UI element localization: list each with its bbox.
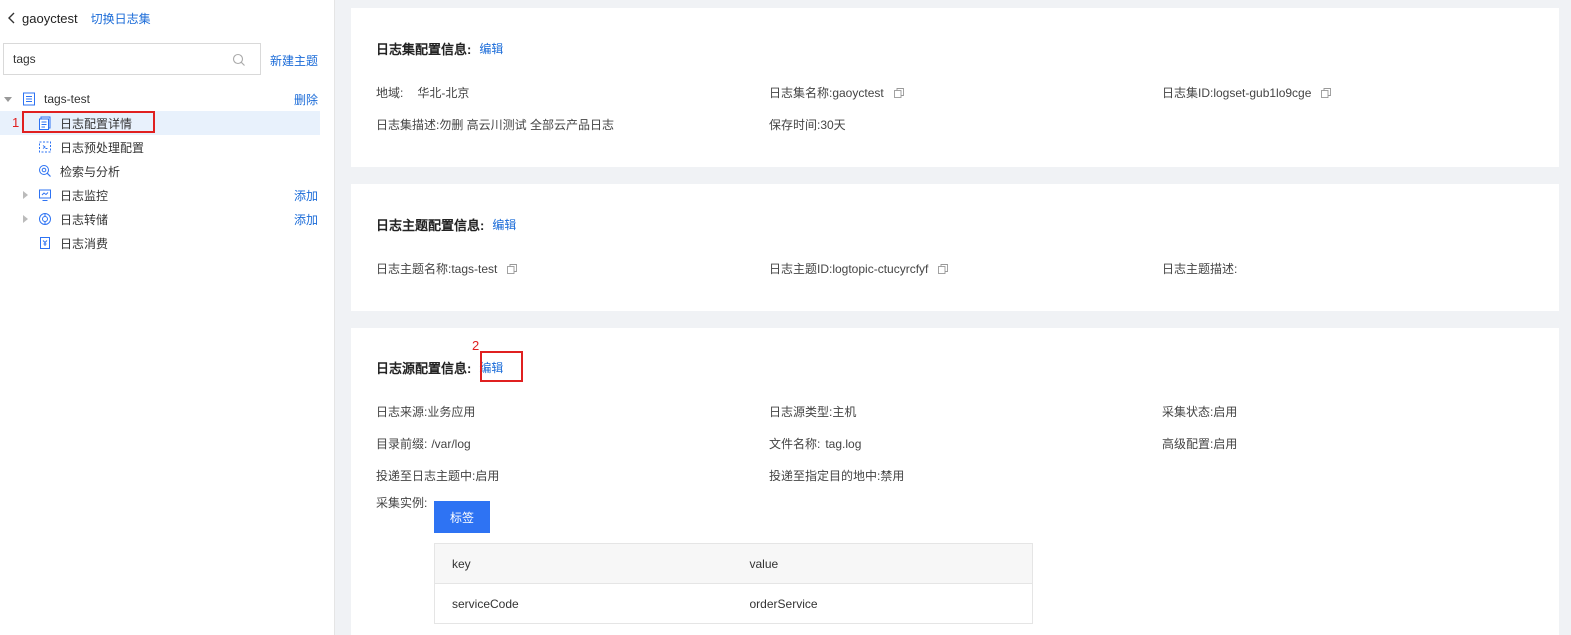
add-dump-button[interactable]: 添加	[294, 211, 318, 228]
edit-topic-link[interactable]: 编辑	[492, 216, 516, 233]
logset-desc-field: 日志集描述:勿删 高云川测试 全部云产品日志	[376, 118, 615, 132]
region-field: 地域: 华北-北京	[376, 84, 469, 101]
edit-logset-link[interactable]: 编辑	[479, 40, 503, 57]
topic-desc-field: 日志主题描述:	[1162, 262, 1238, 276]
topic-name-field: 日志主题名称:tags-test	[376, 260, 518, 277]
logset-id-value: 日志集ID:logset-gub1lo9cge	[1162, 86, 1312, 100]
source-config-panel: 日志源配置信息: 编辑 2 日志来源:业务应用 日志源类型:主机 采集状态:启用…	[351, 328, 1559, 635]
sidebar-item-preprocess[interactable]: 日志预处理配置	[0, 135, 320, 159]
copy-icon[interactable]	[938, 263, 949, 274]
table-header-row: key value	[434, 543, 1033, 584]
search-input[interactable]	[4, 44, 224, 74]
dir-prefix-label: 目录前缀:	[376, 437, 428, 451]
filename-label: 文件名称:	[769, 437, 821, 451]
search-icon[interactable]	[232, 53, 246, 67]
dir-prefix-field: 目录前缀: /var/log	[376, 435, 471, 452]
back-arrow-icon[interactable]	[6, 11, 18, 25]
table-row: serviceCode orderService	[434, 583, 1033, 624]
deliver-topic-field: 投递至日志主题中:启用	[376, 469, 500, 483]
source-type-field: 日志源类型:主机	[769, 405, 857, 419]
annotation-number-2: 2	[472, 338, 480, 353]
sidebar-item-dump[interactable]: 日志转储 添加	[0, 207, 320, 231]
sidebar-item-consume[interactable]: 日志消费	[0, 231, 320, 255]
region-label: 地域:	[376, 86, 404, 100]
topic-config-panel: 日志主题配置信息: 编辑 日志主题名称:tags-test 日志主题ID:log…	[351, 184, 1559, 311]
sidebar-item-monitor[interactable]: 日志监控 添加	[0, 183, 320, 207]
collect-status-field: 采集状态:启用	[1162, 405, 1238, 419]
logset-id-field: 日志集ID:logset-gub1lo9cge	[1162, 84, 1332, 101]
switch-logset-link[interactable]: 切换日志集	[91, 10, 151, 27]
source-config-title: 日志源配置信息:	[376, 361, 472, 376]
delete-topic-button[interactable]: 删除	[294, 91, 318, 108]
topic-id-value: 日志主题ID:logtopic-ctucyrcfyf	[769, 262, 929, 276]
annotation-highlight-box	[480, 351, 523, 382]
copy-icon[interactable]	[1321, 87, 1332, 98]
search-box	[3, 43, 261, 75]
logset-name-value: 日志集名称:gaoyctest	[769, 86, 884, 100]
column-header-value: value	[749, 556, 779, 571]
annotation-highlight-box	[22, 111, 155, 133]
table-cell-value: orderService	[749, 596, 818, 611]
advanced-config-field: 高级配置:启用	[1162, 437, 1238, 451]
filename-field: 文件名称: tag.log	[769, 435, 861, 452]
annotation-number-1: 1	[12, 115, 20, 130]
caret-down-icon[interactable]	[4, 95, 12, 103]
logset-config-panel: 日志集配置信息: 编辑 地域: 华北-北京 日志集名称:gaoyctest 日志…	[351, 8, 1559, 167]
dir-prefix-value: /var/log	[431, 436, 471, 451]
monitor-icon	[39, 189, 51, 201]
topic-icon	[23, 92, 35, 106]
sidebar-item-label: 检索与分析	[60, 164, 121, 179]
copy-icon[interactable]	[507, 263, 518, 274]
region-value: 华北-北京	[417, 86, 470, 100]
preprocess-icon	[39, 141, 51, 153]
retention-field: 保存时间:30天	[769, 118, 846, 132]
topic-name-value: 日志主题名称:tags-test	[376, 262, 498, 276]
sidebar-header: gaoyctest 切换日志集	[6, 9, 151, 27]
dump-icon	[39, 213, 51, 225]
sidebar-item-label: 日志消费	[60, 236, 109, 251]
table-cell-key: serviceCode	[452, 596, 519, 611]
collect-instance-label: 采集实例:	[376, 496, 428, 510]
consume-icon	[40, 237, 50, 249]
filename-value: tag.log	[825, 436, 862, 451]
tag-tab-button[interactable]: 标签	[434, 501, 490, 533]
caret-right-icon[interactable]	[21, 191, 29, 199]
copy-icon[interactable]	[893, 87, 904, 98]
panel-title: 日志主题配置信息: 编辑	[376, 215, 516, 234]
topic-config-title: 日志主题配置信息:	[376, 218, 485, 233]
topic-node[interactable]: tags-test 删除	[0, 87, 320, 111]
deliver-dest-field: 投递至指定目的地中:禁用	[769, 469, 905, 483]
caret-right-icon[interactable]	[21, 215, 29, 223]
add-monitor-button[interactable]: 添加	[294, 187, 318, 204]
sidebar-item-search[interactable]: 检索与分析	[0, 159, 320, 183]
sidebar-item-label: 日志监控	[60, 188, 109, 203]
panel-title: 日志集配置信息: 编辑	[376, 39, 503, 58]
new-topic-button[interactable]: 新建主题	[270, 52, 318, 69]
topic-id-field: 日志主题ID:logtopic-ctucyrcfyf	[769, 260, 949, 277]
column-header-key: key	[452, 556, 471, 571]
log-source-field: 日志来源:业务应用	[376, 405, 476, 419]
sidebar-item-label: 日志转储	[60, 212, 109, 227]
search-analysis-icon	[39, 165, 51, 177]
topic-name: tags-test	[44, 92, 91, 106]
logset-name-field: 日志集名称:gaoyctest	[769, 84, 904, 101]
sidebar: gaoyctest 切换日志集 新建主题 tags-test 删除 日志配置详情…	[0, 0, 335, 635]
logset-config-title: 日志集配置信息:	[376, 42, 472, 57]
sidebar-item-label: 日志预处理配置	[60, 140, 145, 155]
logset-name: gaoyctest	[22, 10, 78, 26]
tag-table: key value serviceCode orderService	[434, 543, 1033, 624]
